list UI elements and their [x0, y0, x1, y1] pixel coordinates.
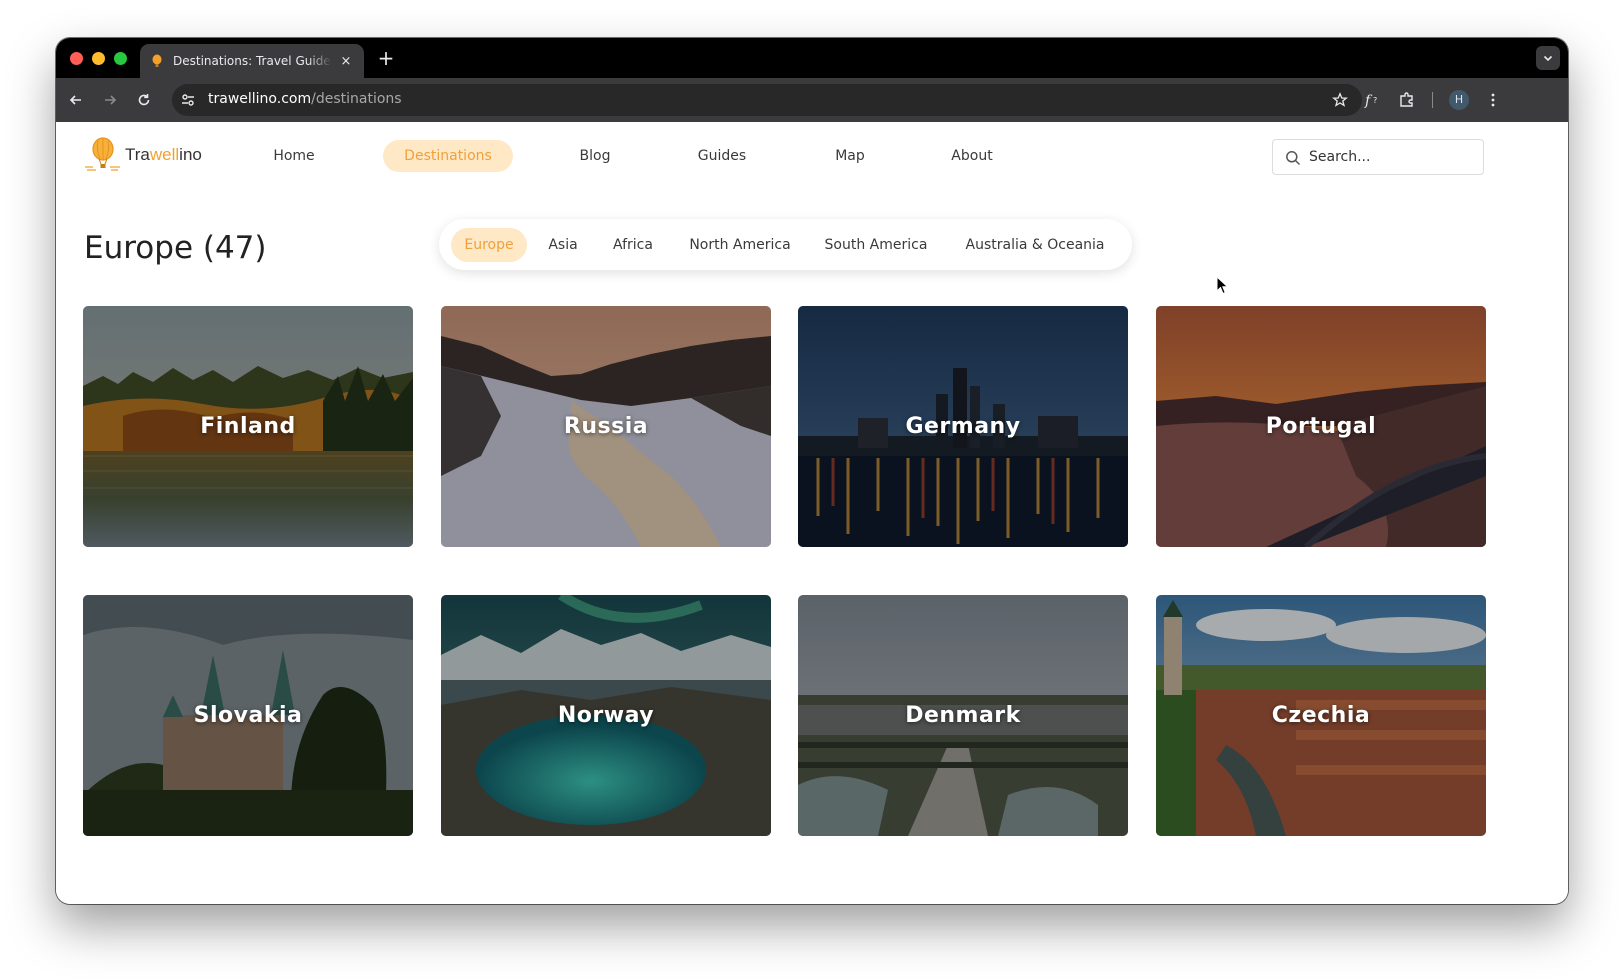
logo-text-suffix: ino — [179, 145, 202, 164]
reload-button[interactable] — [134, 90, 154, 110]
nav-about[interactable]: About — [936, 140, 1008, 172]
browser-toolbar: trawellino.com/destinations f ? H — [56, 78, 1568, 122]
tab-title: Destinations: Travel Guides for — [173, 54, 332, 68]
minimize-window-button[interactable] — [92, 52, 105, 65]
browser-window: Destinations: Travel Guides for × + — [56, 38, 1568, 904]
region-tab-asia[interactable]: Asia — [539, 228, 587, 262]
region-tab-north-america[interactable]: North America — [679, 228, 801, 262]
balloon-favicon-icon — [152, 54, 162, 67]
hot-air-balloon-logo-icon — [85, 137, 120, 171]
destination-name: Russia — [563, 414, 649, 439]
back-button[interactable] — [66, 90, 86, 110]
site-logo[interactable]: Trawellino — [83, 136, 213, 174]
destination-card-russia[interactable]: Russia — [441, 306, 771, 547]
svg-text:f: f — [1364, 93, 1373, 109]
nav-map[interactable]: Map — [820, 140, 880, 172]
logo-wordmark: Trawellino — [125, 145, 202, 165]
region-filter-bar: Europe Asia Africa North America South A… — [439, 219, 1132, 270]
toolbar-divider — [1432, 92, 1433, 108]
destination-card-germany[interactable]: Germany — [798, 306, 1128, 547]
svg-text:?: ? — [1373, 96, 1377, 105]
destination-name: Denmark — [905, 703, 1021, 728]
arrow-left-icon — [69, 95, 81, 105]
region-tab-south-america[interactable]: South America — [815, 228, 937, 262]
close-window-button[interactable] — [70, 52, 83, 65]
destination-card-norway[interactable]: Norway — [441, 595, 771, 836]
destination-name: Portugal — [1265, 414, 1377, 439]
nav-blog[interactable]: Blog — [564, 140, 626, 172]
address-bar[interactable]: trawellino.com/destinations — [172, 84, 1362, 116]
maximize-window-button[interactable] — [114, 52, 127, 65]
formula-extension-icon[interactable]: f ? — [1362, 90, 1382, 110]
site-search-box[interactable] — [1272, 139, 1484, 175]
browser-menu-kebab-icon[interactable] — [1483, 90, 1503, 110]
nav-home[interactable]: Home — [257, 140, 331, 172]
region-tab-africa[interactable]: Africa — [603, 228, 663, 262]
nav-guides[interactable]: Guides — [684, 140, 760, 172]
mouse-cursor-icon — [1216, 276, 1229, 295]
region-tab-europe[interactable]: Europe — [451, 228, 527, 262]
page-title: Europe (47) — [84, 230, 267, 266]
destination-name: Norway — [557, 703, 655, 728]
forward-button[interactable] — [100, 90, 120, 110]
reload-icon — [138, 94, 150, 106]
destination-card-slovakia[interactable]: Slovakia — [83, 595, 413, 836]
logo-text-accent: well — [149, 145, 180, 164]
extensions-puzzle-icon[interactable] — [1397, 90, 1417, 110]
region-tab-australia-oceania[interactable]: Australia & Oceania — [951, 228, 1119, 262]
tab-search-button[interactable] — [1536, 46, 1560, 70]
bookmark-star-icon[interactable] — [1330, 90, 1350, 110]
close-tab-icon[interactable]: × — [338, 54, 354, 69]
web-page: Trawellino Home Destinations Blog Guides… — [56, 122, 1568, 904]
browser-tab[interactable]: Destinations: Travel Guides for × — [140, 44, 364, 78]
destination-name: Germany — [905, 414, 1021, 439]
nav-destinations[interactable]: Destinations — [383, 140, 513, 172]
destination-card-finland[interactable]: Finland — [83, 306, 413, 547]
logo-text-prefix: Tra — [125, 145, 150, 164]
search-input[interactable] — [1309, 146, 1474, 168]
new-tab-button[interactable]: + — [374, 46, 398, 70]
tab-strip: Destinations: Travel Guides for × + — [56, 38, 1568, 78]
destination-card-denmark[interactable]: Denmark — [798, 595, 1128, 836]
chevron-down-icon — [1543, 55, 1553, 62]
destination-card-portugal[interactable]: Portugal — [1156, 306, 1486, 547]
destination-name: Slovakia — [193, 703, 303, 728]
destination-card-czechia[interactable]: Czechia — [1156, 595, 1486, 836]
url-path: /destinations — [311, 91, 402, 107]
destination-name: Finland — [200, 414, 296, 439]
url-host: trawellino.com — [208, 91, 312, 107]
site-info-icon[interactable] — [178, 90, 198, 110]
destination-name: Czechia — [1271, 703, 1371, 728]
arrow-right-icon — [105, 95, 117, 105]
url-text: trawellino.com/destinations — [208, 91, 402, 107]
search-icon — [1286, 151, 1301, 166]
profile-avatar[interactable]: H — [1449, 90, 1469, 110]
